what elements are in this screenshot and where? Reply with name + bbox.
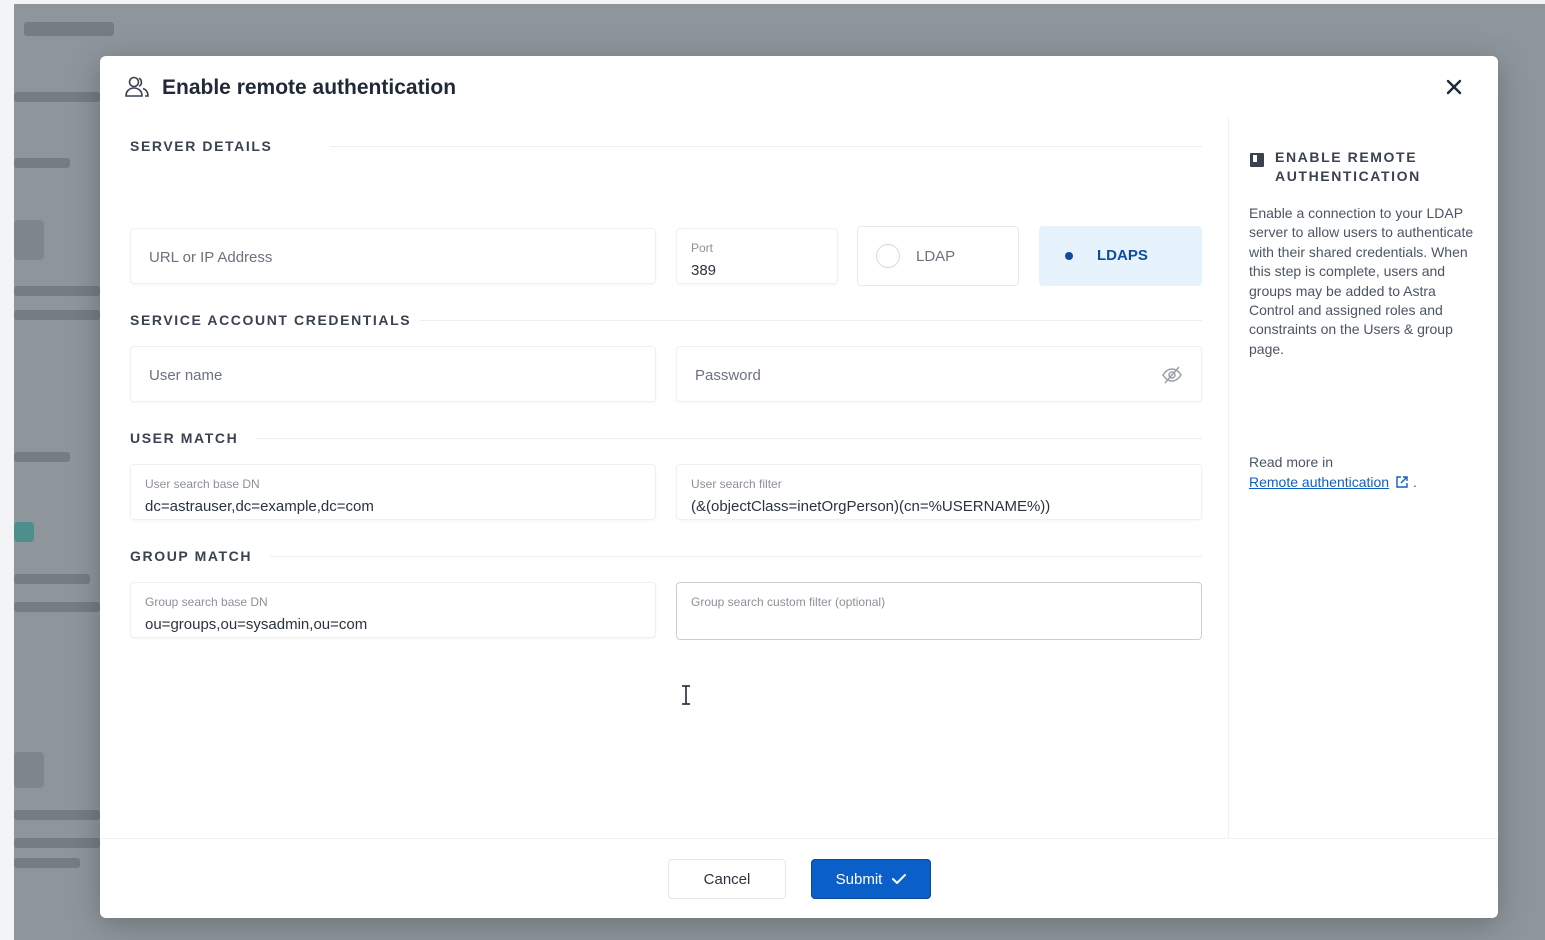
backdrop-bar: [14, 810, 100, 820]
help-panel: ENABLE REMOTE AUTHENTICATION Enable a co…: [1228, 118, 1498, 838]
user-base-dn-input[interactable]: User search base DN dc=astrauser,dc=exam…: [130, 464, 656, 520]
username-placeholder: User name: [149, 367, 223, 384]
group-filter-label: Group search custom filter (optional): [691, 595, 886, 609]
check-icon: [892, 873, 907, 884]
backdrop-bar: [14, 92, 100, 102]
user-filter-value: (&(objectClass=inetOrgPerson)(cn=%USERNA…: [691, 498, 1051, 515]
port-input[interactable]: Port 389: [676, 228, 838, 284]
group-base-dn-value: ou=groups,ou=sysadmin,ou=com: [145, 616, 368, 633]
cancel-label: Cancel: [703, 870, 751, 888]
help-panel-title: ENABLE REMOTE AUTHENTICATION: [1275, 149, 1421, 184]
link-suffix: .: [1412, 474, 1417, 490]
password-placeholder: Password: [695, 367, 761, 384]
port-value: 389: [691, 262, 717, 279]
cancel-button[interactable]: Cancel: [668, 859, 786, 899]
remote-auth-modal: Enable remote authentication SERVER DETA…: [100, 56, 1498, 918]
backdrop-block: [14, 752, 44, 788]
backdrop-bar: [14, 574, 90, 584]
group-custom-filter-input[interactable]: Group search custom filter (optional): [676, 582, 1202, 640]
backdrop-bar: [14, 858, 80, 868]
backdrop-bar: [14, 452, 70, 462]
read-more-text: Read more in: [1249, 454, 1334, 470]
backdrop-bar: [14, 310, 100, 320]
external-link-icon[interactable]: [1395, 475, 1409, 489]
modal-header: Enable remote authentication: [100, 56, 1498, 118]
backdrop-bar: [14, 602, 100, 612]
submit-label: Submit: [835, 870, 883, 888]
submit-button[interactable]: Submit: [811, 859, 931, 899]
username-input[interactable]: User name: [130, 346, 656, 402]
port-label: Port: [691, 241, 714, 255]
users-icon: [125, 76, 149, 97]
backdrop-bar: [24, 22, 114, 36]
section-divider: [330, 146, 1202, 147]
modal-footer: Cancel Submit: [100, 838, 1498, 918]
url-placeholder: URL or IP Address: [149, 249, 273, 266]
read-more-link-row: Remote authentication .: [1249, 474, 1417, 490]
close-icon: [1446, 79, 1462, 94]
close-button[interactable]: [1440, 74, 1468, 102]
radio-selected-dot: [1065, 252, 1073, 260]
section-divider: [256, 438, 1202, 439]
backdrop-block: [14, 220, 44, 260]
show-password-button[interactable]: [1161, 365, 1183, 385]
backdrop-bar: [14, 838, 100, 848]
radio-ldaps[interactable]: LDAPS: [1039, 226, 1202, 286]
section-divider: [420, 320, 1202, 321]
radio-ldap-label: LDAP: [916, 248, 956, 265]
radio-ldaps-label: LDAPS: [1097, 247, 1148, 264]
eye-off-icon: [1162, 366, 1182, 384]
radio-circle: [876, 244, 900, 268]
password-input[interactable]: Password: [676, 346, 1202, 402]
section-user-match: USER MATCH: [130, 430, 239, 446]
url-input[interactable]: URL or IP Address: [130, 228, 656, 284]
book-icon: [1250, 153, 1264, 167]
section-service-account: SERVICE ACCOUNT CREDENTIALS: [130, 312, 412, 328]
section-server-details: SERVER DETAILS: [130, 138, 273, 154]
auth-form: SERVER DETAILS URL or IP Address Port 38…: [130, 118, 1202, 838]
user-filter-label: User search filter: [691, 477, 782, 491]
user-base-dn-label: User search base DN: [145, 477, 260, 491]
text-cursor-icon: [682, 685, 690, 705]
modal-title: Enable remote authentication: [162, 76, 457, 99]
backdrop-block: [14, 522, 34, 542]
group-base-dn-label: Group search base DN: [145, 595, 268, 609]
radio-ldap[interactable]: LDAP: [857, 226, 1019, 286]
section-group-match: GROUP MATCH: [130, 548, 253, 564]
remote-auth-link[interactable]: Remote authentication: [1249, 474, 1389, 490]
section-divider: [270, 556, 1202, 557]
backdrop-bar: [14, 158, 70, 168]
user-base-dn-value: dc=astrauser,dc=example,dc=com: [145, 498, 374, 515]
group-base-dn-input[interactable]: Group search base DN ou=groups,ou=sysadm…: [130, 582, 656, 638]
user-search-filter-input[interactable]: User search filter (&(objectClass=inetOr…: [676, 464, 1202, 520]
help-panel-description: Enable a connection to your LDAP server …: [1249, 205, 1474, 357]
backdrop-bar: [14, 286, 100, 296]
